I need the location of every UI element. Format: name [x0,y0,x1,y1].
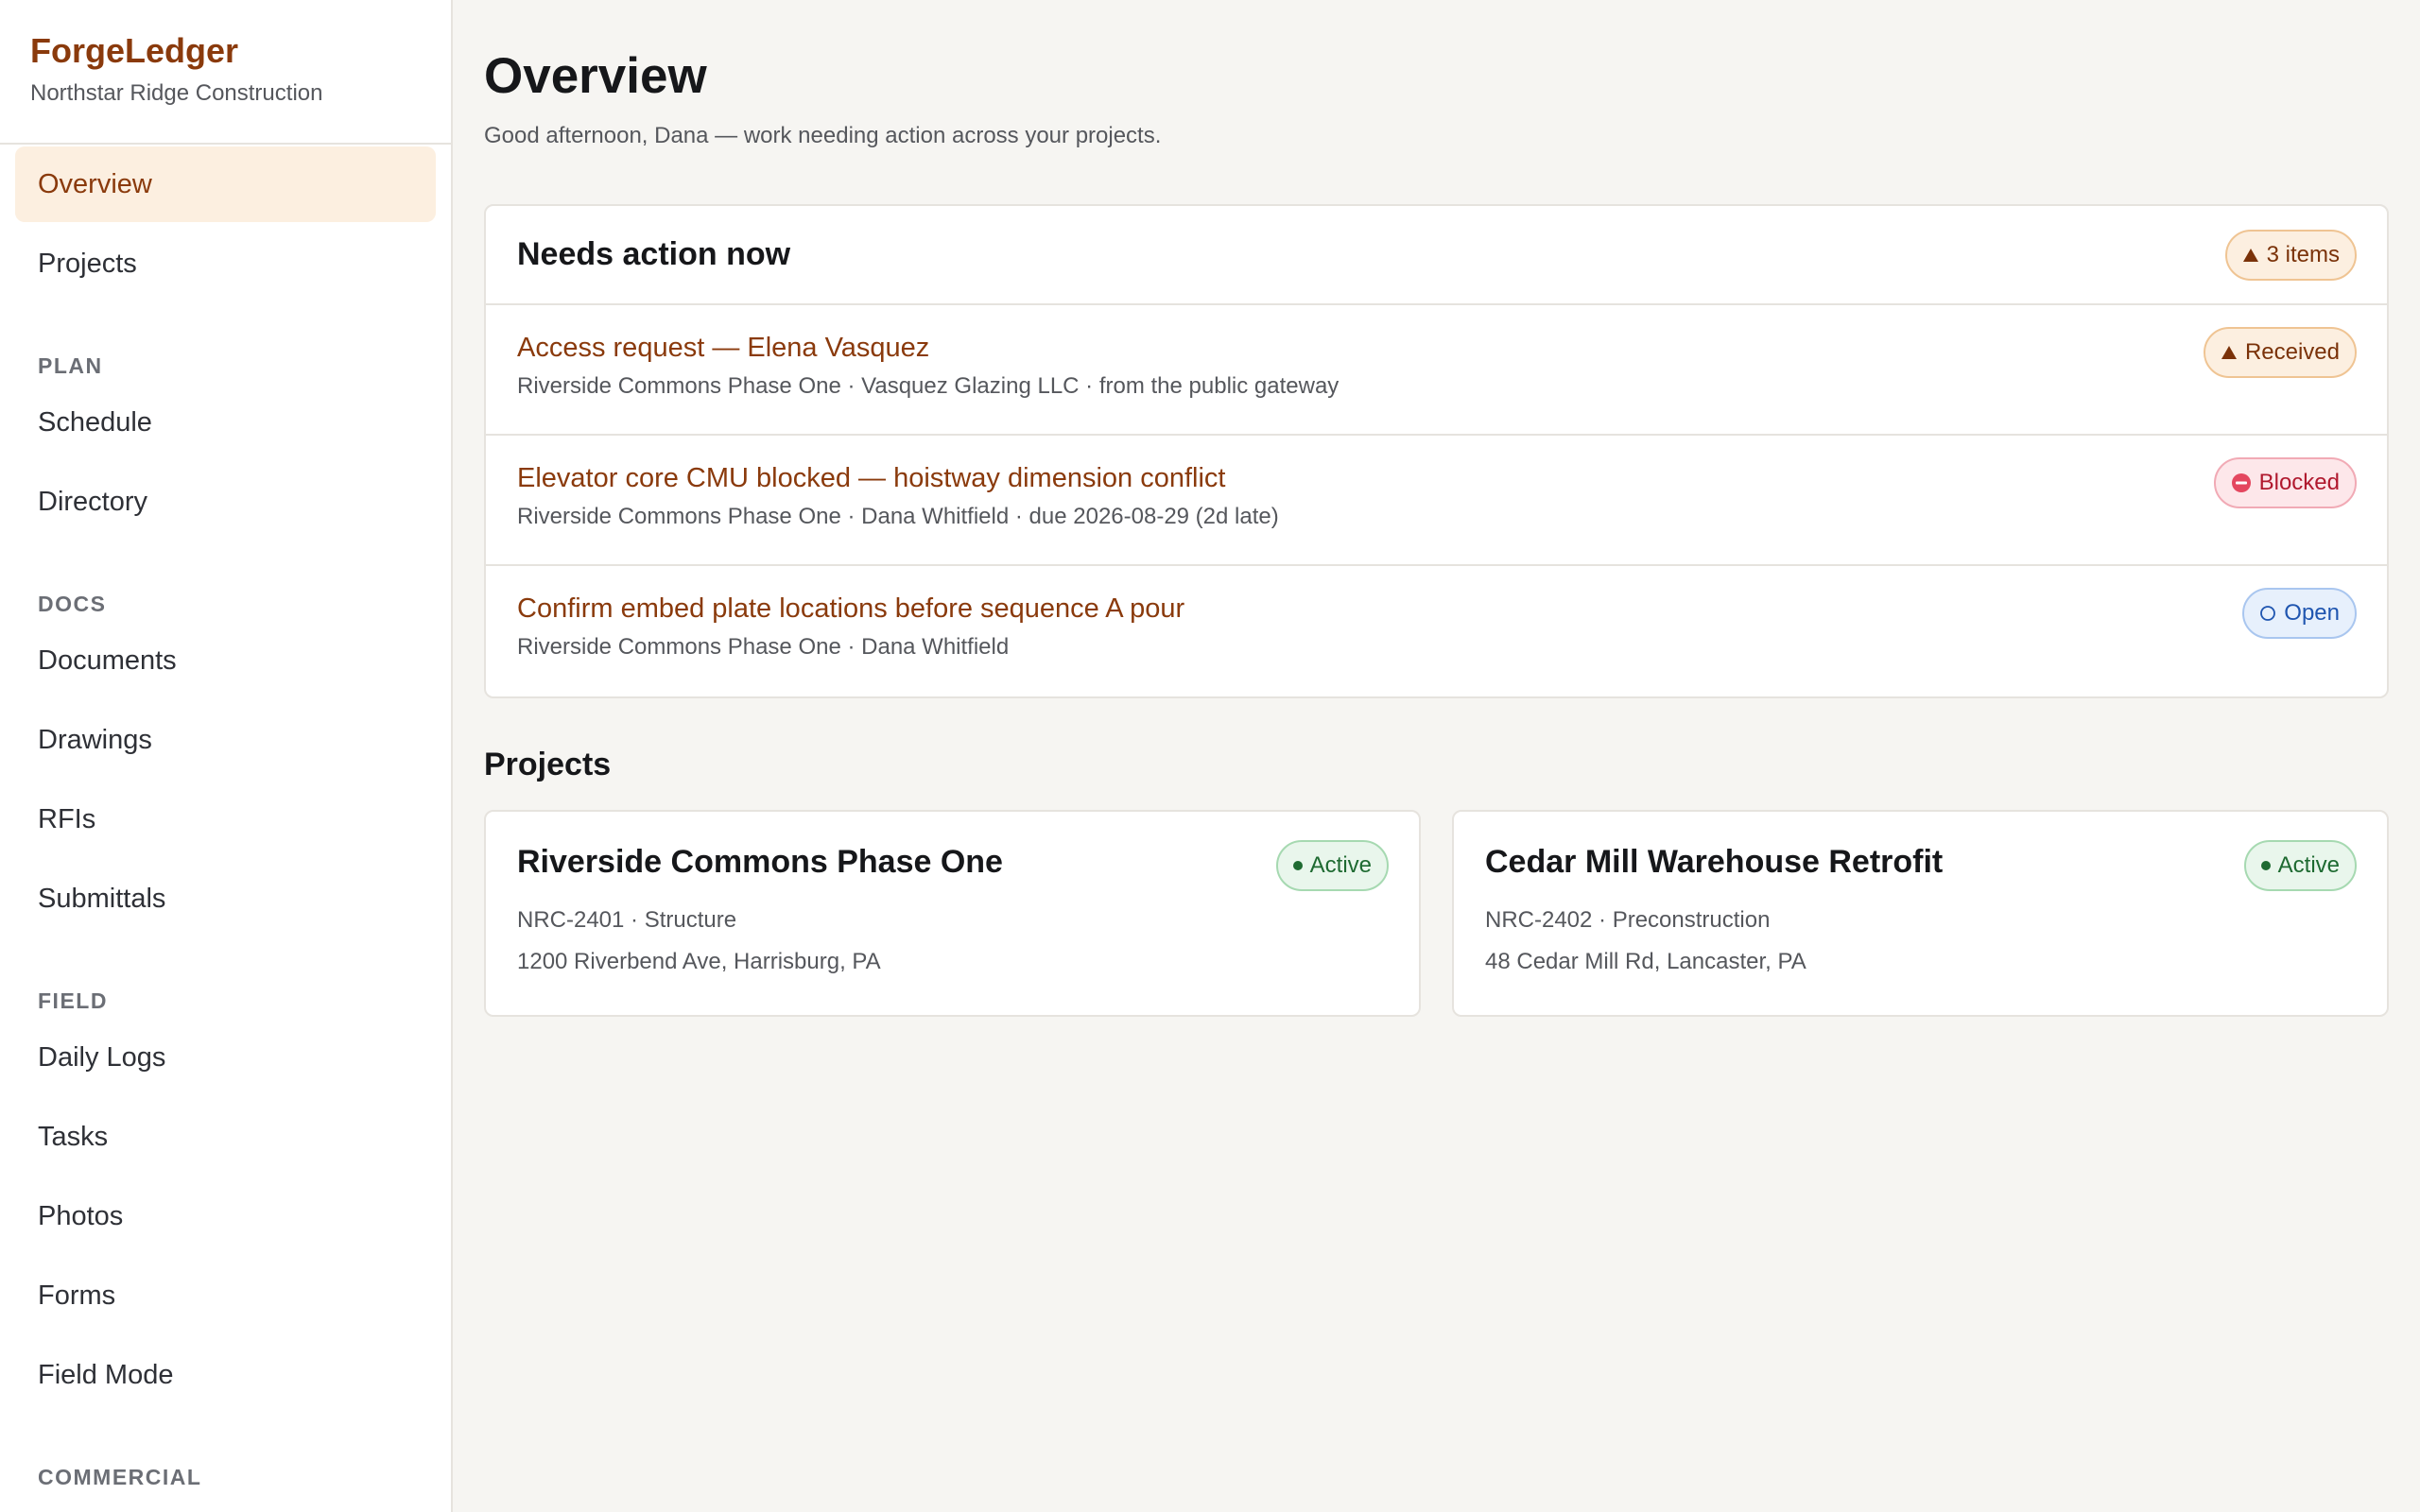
action-item-text: Elevator core CMU blocked — hoistway dim… [517,460,1279,533]
page-title: Overview [484,48,707,104]
app-shell: ForgeLedger Northstar Ridge Construction… [0,0,2420,1512]
project-card[interactable]: Cedar Mill Warehouse Retrofit Active NRC… [1452,810,2389,1017]
sidebar-item-rfis[interactable]: RFIs [15,782,436,857]
status-badge-active: Active [1275,840,1389,891]
sidebar-item-photos[interactable]: Photos [15,1178,436,1254]
status-label: Blocked [2258,470,2340,495]
blocked-icon [2231,472,2252,493]
project-card[interactable]: Riverside Commons Phase One Active NRC-2… [484,810,1421,1017]
page-subtitle: Good afternoon, Dana — work needing acti… [484,123,1162,148]
items-count-badge: 3 items [2224,229,2357,281]
sidebar-item-forms[interactable]: Forms [15,1258,436,1333]
items-count-label: 3 items [2266,241,2340,267]
project-address: 1200 Riverbend Ave, Harrisburg, PA [517,949,881,974]
sidebar-item-projects[interactable]: Projects [15,226,436,301]
project-card-header: Riverside Commons Phase One Active [517,840,1389,891]
action-item: Access request — Elena Vasquez Riverside… [486,305,2387,436]
action-item-title[interactable]: Elevator core CMU blocked — hoistway dim… [517,460,1279,496]
action-item-text: Access request — Elena Vasquez Riverside… [517,330,1339,403]
active-dot-icon [1292,861,1303,870]
project-code: NRC-2402 · Preconstruction [1485,907,1771,933]
sidebar-item-submittals[interactable]: Submittals [15,861,436,936]
needs-action-header: Needs action now 3 items [486,206,2387,305]
project-name: Cedar Mill Warehouse Retrofit [1485,844,1944,880]
action-item-title[interactable]: Access request — Elena Vasquez [517,330,1339,366]
active-dot-icon [2260,861,2271,870]
warning-triangle-icon [2221,345,2238,360]
action-item-meta: Riverside Commons Phase One · Vasquez Gl… [517,373,1340,399]
action-item: Confirm embed plate locations before seq… [486,566,2387,696]
projects-grid: Riverside Commons Phase One Active NRC-2… [484,810,2389,1017]
sidebar-item-drawings[interactable]: Drawings [15,702,436,778]
brand-name[interactable]: ForgeLedger [30,28,421,74]
nav-section-field: FIELD [38,988,108,1013]
status-label: Active [2277,852,2340,878]
sidebar-item-documents[interactable]: Documents [15,623,436,698]
sidebar: ForgeLedger Northstar Ridge Construction… [0,0,453,1512]
action-item: Elevator core CMU blocked — hoistway dim… [486,436,2387,566]
nav-section-docs: DOCS [38,592,107,616]
organization-name: Northstar Ridge Construction [30,80,323,106]
status-label: Open [2284,600,2340,626]
sidebar-item-daily-logs[interactable]: Daily Logs [15,1020,436,1095]
status-badge-active: Active [2243,840,2357,891]
warning-triangle-icon [2242,248,2259,263]
sidebar-item-schedule[interactable]: Schedule [15,385,436,460]
action-item-meta: Riverside Commons Phase One · Dana Whitf… [517,504,1279,529]
sidebar-item-overview[interactable]: Overview [15,146,436,222]
nav-section-commercial: COMMERCIAL [38,1465,202,1489]
project-code: NRC-2401 · Structure [517,907,737,933]
project-card-header: Cedar Mill Warehouse Retrofit Active [1485,840,2357,891]
project-name: Riverside Commons Phase One [517,844,1003,880]
status-label: Active [1309,852,1372,878]
needs-action-card: Needs action now 3 items Access request … [484,204,2389,698]
projects-section-title: Projects [484,747,612,782]
status-badge-open: Open [2242,588,2357,639]
brand-header: ForgeLedger Northstar Ridge Construction [0,0,451,145]
open-circle-icon [2259,605,2276,622]
action-item-text: Confirm embed plate locations before seq… [517,591,1184,663]
status-badge-received: Received [2203,327,2357,378]
project-address: 48 Cedar Mill Rd, Lancaster, PA [1485,949,1806,974]
action-item-title[interactable]: Confirm embed plate locations before seq… [517,591,1184,627]
sidebar-item-field-mode[interactable]: Field Mode [15,1337,436,1413]
main-content: Overview Good afternoon, Dana — work nee… [453,0,2420,1512]
status-badge-blocked: Blocked [2213,457,2357,508]
sidebar-item-tasks[interactable]: Tasks [15,1099,436,1175]
sidebar-nav: Overview Projects PLAN Schedule Director… [0,146,451,1490]
status-label: Received [2244,339,2340,365]
nav-section-plan: PLAN [38,353,103,378]
sidebar-item-directory[interactable]: Directory [15,464,436,540]
needs-action-title: Needs action now [517,236,791,272]
action-item-meta: Riverside Commons Phase One · Dana Whitf… [517,634,1010,660]
